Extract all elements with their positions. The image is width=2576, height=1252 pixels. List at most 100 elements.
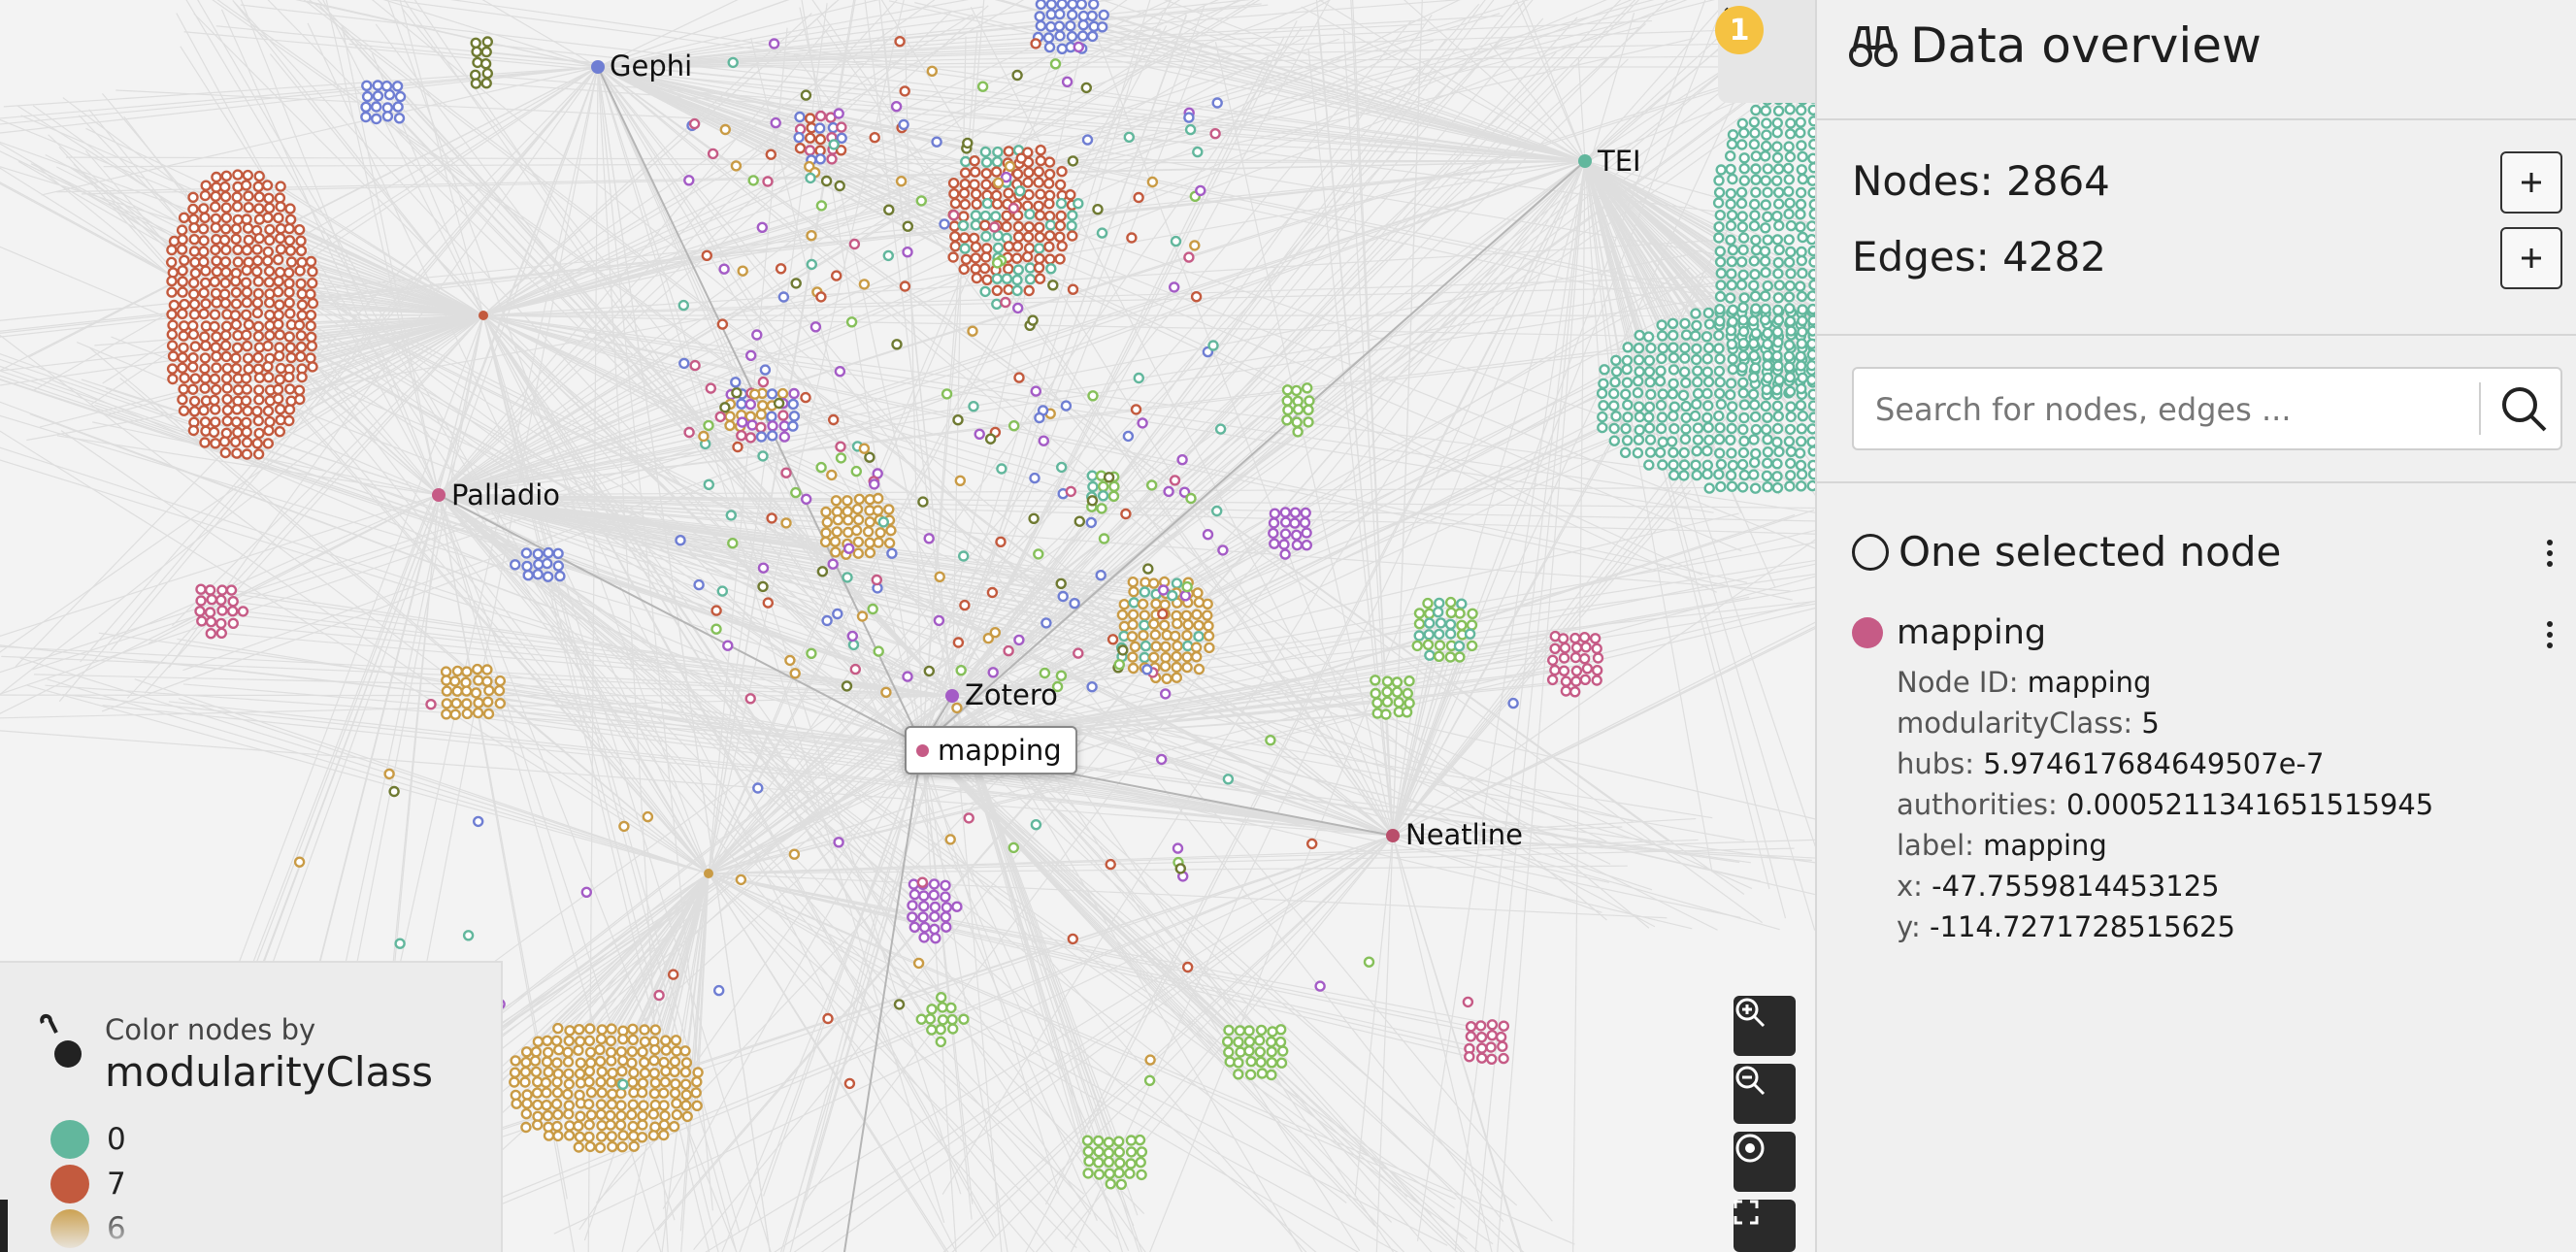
graph-node — [1404, 697, 1415, 709]
graph-node — [679, 1078, 692, 1090]
search-button[interactable] — [2487, 369, 2560, 448]
graph-edge — [1572, 160, 1586, 1252]
graph-node — [383, 768, 395, 780]
selected-node-row[interactable]: mapping — [1852, 613, 2046, 652]
graph-node — [1086, 495, 1099, 507]
hovered-node-label[interactable]: mapping — [905, 726, 1077, 774]
graph-node — [1093, 1145, 1105, 1158]
graph-node — [1609, 377, 1621, 388]
graph-node — [521, 1098, 533, 1109]
selection-checkbox-icon[interactable] — [1852, 533, 1889, 571]
fullscreen-button[interactable] — [1734, 1200, 1796, 1252]
graph-edge — [482, 237, 1758, 316]
graph-node — [1656, 412, 1668, 423]
graph-node — [1180, 610, 1193, 621]
zoom-out-button[interactable] — [1734, 1064, 1796, 1124]
graph-node — [1748, 349, 1760, 362]
graph-node — [821, 614, 833, 627]
graph-node — [1301, 382, 1313, 394]
graph-node — [958, 1013, 970, 1025]
graph-node — [1042, 178, 1055, 189]
graph-node — [1654, 446, 1667, 458]
graph-node — [241, 437, 253, 448]
graph-node — [698, 430, 710, 443]
graph-node — [1266, 1057, 1278, 1069]
graph-node — [1748, 116, 1761, 128]
node-label-palladio[interactable]: Palladio — [451, 481, 560, 510]
graph-node — [1077, 19, 1089, 31]
graph-node — [989, 627, 1002, 639]
graph-node — [1760, 267, 1771, 279]
graph-node — [789, 668, 801, 679]
graph-node — [1806, 220, 1815, 232]
graph-node — [1762, 280, 1773, 292]
graph-node — [211, 297, 222, 309]
graph-node — [768, 38, 780, 49]
selection-menu-button[interactable] — [2535, 532, 2564, 575]
graph-node — [1715, 280, 1727, 291]
graph-node — [1061, 76, 1073, 88]
graph-node — [1193, 596, 1205, 609]
graph-node — [1679, 433, 1692, 445]
graph-node — [762, 597, 774, 609]
graph-node — [1736, 221, 1749, 233]
node-label-neatline[interactable]: Neatline — [1405, 821, 1523, 849]
node-label-zotero[interactable]: Zotero — [965, 681, 1058, 709]
graph-node — [1043, 210, 1056, 222]
graph-node — [450, 698, 462, 709]
graph-node — [883, 504, 895, 515]
graph-node — [1040, 617, 1052, 629]
graph-node — [1666, 436, 1678, 447]
graph-node — [843, 1077, 856, 1090]
graph-node — [856, 610, 869, 622]
graph-node — [1725, 187, 1737, 200]
graph-node — [1453, 641, 1466, 652]
graph-node — [1474, 1020, 1487, 1032]
center-view-button[interactable] — [1734, 1132, 1796, 1192]
graph-node — [1668, 410, 1679, 422]
graph-node — [1806, 290, 1815, 302]
graph-node — [730, 160, 743, 172]
graph-node — [1762, 327, 1773, 339]
graph-node — [605, 1035, 617, 1047]
node-menu-button[interactable] — [2535, 613, 2564, 656]
graph-node — [1157, 584, 1170, 596]
graph-node — [226, 606, 239, 617]
graph-node — [178, 330, 189, 342]
graph-node — [1098, 9, 1109, 21]
graph-node — [1049, 58, 1062, 70]
graph-node — [449, 708, 461, 720]
graph-edge — [662, 744, 923, 1209]
zoom-in-button[interactable] — [1734, 996, 1796, 1056]
expand-nodes-button[interactable] — [2500, 151, 2562, 214]
expand-edges-button[interactable] — [2500, 227, 2562, 289]
graph-node — [1191, 609, 1203, 620]
graph-node — [944, 834, 956, 845]
graph-node — [1056, 165, 1068, 178]
graph-node — [926, 65, 938, 78]
graph-node — [542, 1109, 554, 1122]
graph-node — [187, 328, 200, 341]
graph-node — [237, 606, 249, 617]
legend-scroll-handle[interactable] — [0, 1200, 8, 1252]
node-label-gephi[interactable]: Gephi — [610, 52, 692, 81]
graph-canvas[interactable]: Gephi TEI Palladio Zotero Neatline mappi… — [0, 0, 1815, 1252]
search-input[interactable] — [1873, 369, 2460, 450]
graph-node — [1168, 281, 1180, 293]
graph-node — [979, 219, 991, 231]
graph-node — [1475, 1052, 1488, 1064]
graph-node — [606, 1131, 617, 1142]
graph-node — [883, 204, 895, 215]
graph-node — [211, 171, 222, 183]
graph-node — [902, 247, 913, 258]
graph-node — [1289, 517, 1301, 529]
graph-node — [928, 878, 941, 890]
graph-node — [616, 1140, 628, 1153]
node-label-tei[interactable]: TEI — [1598, 148, 1641, 176]
graph-node — [1207, 340, 1219, 351]
graph-node — [1214, 423, 1227, 435]
graph-node — [553, 1043, 565, 1056]
graph-node — [843, 543, 855, 554]
graph-node — [1139, 586, 1151, 598]
graph-node — [1370, 687, 1381, 700]
